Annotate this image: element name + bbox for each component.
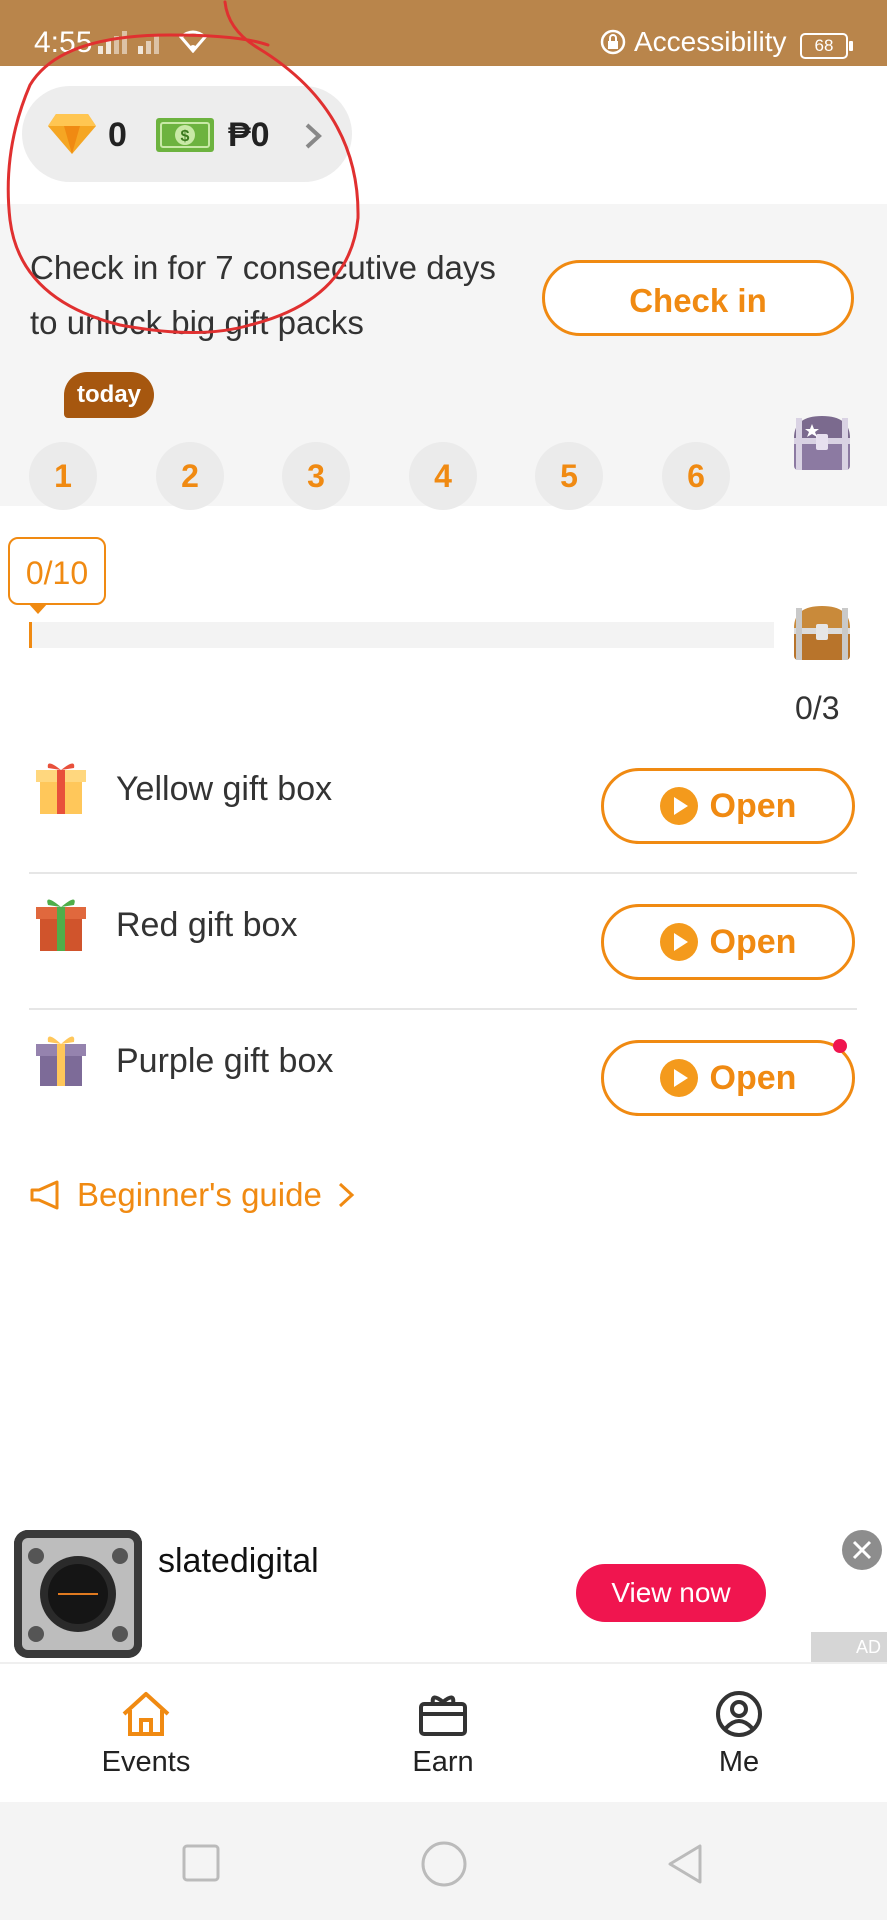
play-icon <box>659 1059 698 1097</box>
notification-dot <box>833 1039 847 1053</box>
chevron-right-icon <box>305 123 322 149</box>
yellow-gift-icon <box>36 763 86 814</box>
nav-events-label: Events <box>101 1746 191 1778</box>
diamond-count: 0 <box>108 116 127 154</box>
ad-app-icon[interactable] <box>14 1530 142 1658</box>
red-gift-label: Red gift box <box>116 906 298 944</box>
open-label: Open <box>709 922 797 961</box>
close-icon <box>852 1540 872 1560</box>
day-3: 3 <box>282 442 350 510</box>
progress-tag-pointer <box>28 603 48 614</box>
signal-icon <box>98 31 159 54</box>
chevron-right-icon <box>338 1182 355 1208</box>
svg-text:$: $ <box>181 128 190 145</box>
checkin-description: Check in for 7 consecutive days to unloc… <box>30 249 496 341</box>
open-yellow-gift-button[interactable]: Open <box>601 768 855 844</box>
accessibility-indicator: Accessibility <box>600 26 786 58</box>
beginners-guide-label: Beginner's guide <box>77 1176 322 1213</box>
day-1: 1 <box>29 442 97 510</box>
home-circle-icon[interactable] <box>420 1840 468 1888</box>
purple-gift-icon <box>36 1036 86 1086</box>
day-6: 6 <box>662 442 730 510</box>
system-nav-bar <box>0 1802 887 1920</box>
progress-track <box>29 622 774 648</box>
nav-events[interactable]: Events <box>56 1690 236 1779</box>
diamond-icon <box>48 114 96 154</box>
yellow-gift-label: Yellow gift box <box>116 770 333 808</box>
app-logo-icon <box>14 1530 142 1658</box>
bottom-nav: Events Earn Me <box>0 1662 887 1804</box>
purple-gift-label: Purple gift box <box>116 1042 334 1080</box>
divider <box>29 1008 857 1010</box>
cash-icon: $ <box>156 118 214 152</box>
play-icon <box>659 787 698 825</box>
profile-icon <box>716 1691 762 1737</box>
status-time: 4:55 <box>34 26 93 59</box>
open-red-gift-button[interactable]: Open <box>601 904 855 980</box>
beginners-guide-link[interactable]: Beginner's guide <box>29 1176 356 1214</box>
red-gift-icon <box>36 899 86 951</box>
view-now-button[interactable]: View now <box>576 1564 766 1622</box>
nav-me[interactable]: Me <box>649 1690 829 1779</box>
open-label: Open <box>709 786 797 825</box>
nav-earn-label: Earn <box>412 1746 474 1778</box>
open-label: Open <box>709 1058 797 1097</box>
nav-me-label: Me <box>718 1746 760 1778</box>
nav-earn[interactable]: Earn <box>353 1690 533 1779</box>
ad-tag: AD <box>811 1632 887 1662</box>
gift-box-icon <box>419 1695 467 1736</box>
treasure-chest-icon <box>794 416 850 470</box>
today-badge: today <box>64 372 155 418</box>
checkin-section: Check in for 7 consecutive days to unloc… <box>0 204 887 510</box>
status-bar: 4:55 Accessibility 68 <box>0 0 887 66</box>
progress-chest-icon <box>794 606 850 660</box>
play-icon <box>659 923 698 961</box>
progress-count: 0/3 <box>795 690 840 726</box>
check-in-button[interactable]: Check in <box>542 260 854 336</box>
cash-amount: ₱0 <box>228 116 270 154</box>
lock-icon <box>600 29 626 55</box>
open-purple-gift-button[interactable]: Open <box>601 1040 855 1116</box>
progress-fill <box>29 622 32 648</box>
day-2: 2 <box>156 442 224 510</box>
accessibility-label: Accessibility <box>634 26 787 57</box>
battery-icon: 68 <box>800 33 853 59</box>
home-icon <box>122 1692 170 1736</box>
ad-banner[interactable]: slatedigital View now AD <box>0 1508 887 1662</box>
day-5: 5 <box>535 442 603 510</box>
back-icon[interactable] <box>664 1842 708 1886</box>
header: 0 $ ₱0 <box>0 66 887 204</box>
progress-tag: 0/10 <box>8 537 106 605</box>
day-4: 4 <box>409 442 477 510</box>
recent-apps-icon[interactable] <box>180 1842 224 1886</box>
wifi-icon <box>178 30 208 53</box>
ad-app-name: slatedigital <box>158 1542 319 1580</box>
wallet-button[interactable]: 0 $ ₱0 <box>22 86 352 182</box>
close-ad-button[interactable] <box>842 1530 882 1570</box>
divider <box>29 872 857 874</box>
megaphone-icon <box>30 1180 59 1210</box>
